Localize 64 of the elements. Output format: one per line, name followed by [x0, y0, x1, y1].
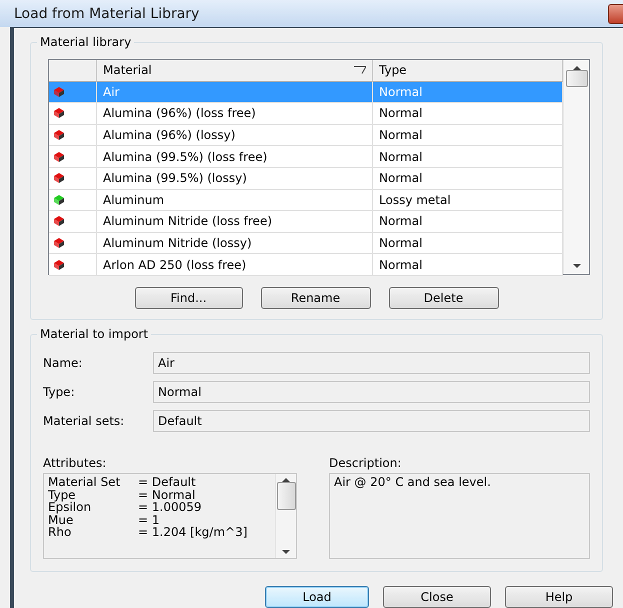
table-cell[interactable]: Aluminum Nitride (lossy): [97, 232, 373, 254]
scrollbar[interactable]: [563, 60, 589, 274]
attribute-name: Epsilon: [48, 501, 92, 514]
attribute-name: Type: [48, 488, 77, 501]
filter-icon[interactable]: [354, 66, 366, 74]
scroll-thumb[interactable]: [566, 70, 588, 87]
dialog-button[interactable]: Delete: [388, 287, 498, 309]
dialog-button[interactable]: Find...: [134, 287, 242, 309]
table-cell[interactable]: Arlon AD 250 (loss free): [97, 254, 373, 276]
table-cell[interactable]: [49, 146, 97, 168]
table-cell[interactable]: Normal: [373, 168, 563, 190]
table-cell[interactable]: [49, 190, 97, 212]
attribute-name: Material Set: [48, 476, 122, 488]
description-box[interactable]: Air @ 20° C and sea level.: [329, 473, 590, 559]
scroll-down-icon[interactable]: [572, 264, 580, 268]
attributes-box[interactable]: Material Set = Default Type = Normal Epsilon = 1.00059 Mue = 1 Rho = 1.204 [kg/m^3]: [43, 473, 297, 559]
field-label: Name:: [43, 356, 84, 370]
scroll-down-icon[interactable]: [282, 550, 290, 554]
field-label: Type:: [43, 385, 76, 399]
table-cell[interactable]: Normal: [373, 232, 563, 254]
attribute-name: Mue: [48, 514, 74, 526]
group-title: Material to import: [37, 327, 152, 341]
attribute-value: = Normal: [138, 488, 196, 501]
attribute-name: Rho: [48, 526, 72, 538]
table-cell[interactable]: [49, 211, 97, 233]
dialog-button[interactable]: Load: [265, 586, 369, 608]
table-cell[interactable]: Normal: [373, 146, 563, 168]
window-title: Load from Material Library: [14, 6, 200, 22]
field-label: Attributes:: [43, 456, 108, 470]
field-label: Description:: [329, 456, 402, 470]
table-cell[interactable]: [49, 254, 97, 276]
close-button[interactable]: [608, 4, 623, 24]
dialog-button[interactable]: Close: [383, 586, 491, 608]
table-cell[interactable]: Alumina (99.5%) (lossy): [97, 168, 373, 190]
table-cell[interactable]: [49, 103, 97, 125]
table-cell[interactable]: [49, 168, 97, 190]
field-label: Material sets:: [43, 414, 126, 428]
table-cell[interactable]: Alumina (96%) (loss free): [97, 103, 373, 125]
attribute-value: = 1: [138, 514, 161, 526]
read-only-field[interactable]: Air: [153, 352, 590, 374]
table-cell[interactable]: Alumina (99.5%) (loss free): [97, 146, 373, 168]
table-cell[interactable]: Aluminum: [97, 190, 373, 212]
table-cell[interactable]: [49, 232, 97, 254]
table-cell[interactable]: Normal: [373, 211, 563, 233]
table-cell[interactable]: Normal: [373, 254, 563, 276]
attribute-value: = 1.00059: [138, 501, 202, 514]
dialog-button[interactable]: Help: [505, 586, 613, 608]
table-cell[interactable]: [49, 82, 97, 104]
table-cell[interactable]: Aluminum Nitride (loss free): [97, 211, 373, 233]
scroll-thumb[interactable]: [276, 482, 296, 510]
table-cell[interactable]: [49, 124, 97, 146]
table-cell[interactable]: Alumina (96%) (lossy): [97, 124, 373, 146]
dialog-button[interactable]: Rename: [260, 287, 370, 309]
group-title: Material library: [37, 35, 134, 49]
read-only-field[interactable]: Default: [153, 410, 590, 432]
scrollbar[interactable]: [275, 474, 296, 558]
table-cell[interactable]: Normal: [373, 124, 563, 146]
table-cell[interactable]: Lossy metal: [373, 190, 563, 212]
read-only-field[interactable]: Normal: [153, 381, 590, 403]
attribute-value: = 1.204 [kg/m^3]: [138, 526, 248, 538]
table-cell[interactable]: Normal: [373, 103, 563, 125]
column-header[interactable]: Material: [97, 60, 373, 82]
column-header[interactable]: Type: [373, 60, 563, 82]
attribute-value: = Default: [138, 476, 197, 488]
